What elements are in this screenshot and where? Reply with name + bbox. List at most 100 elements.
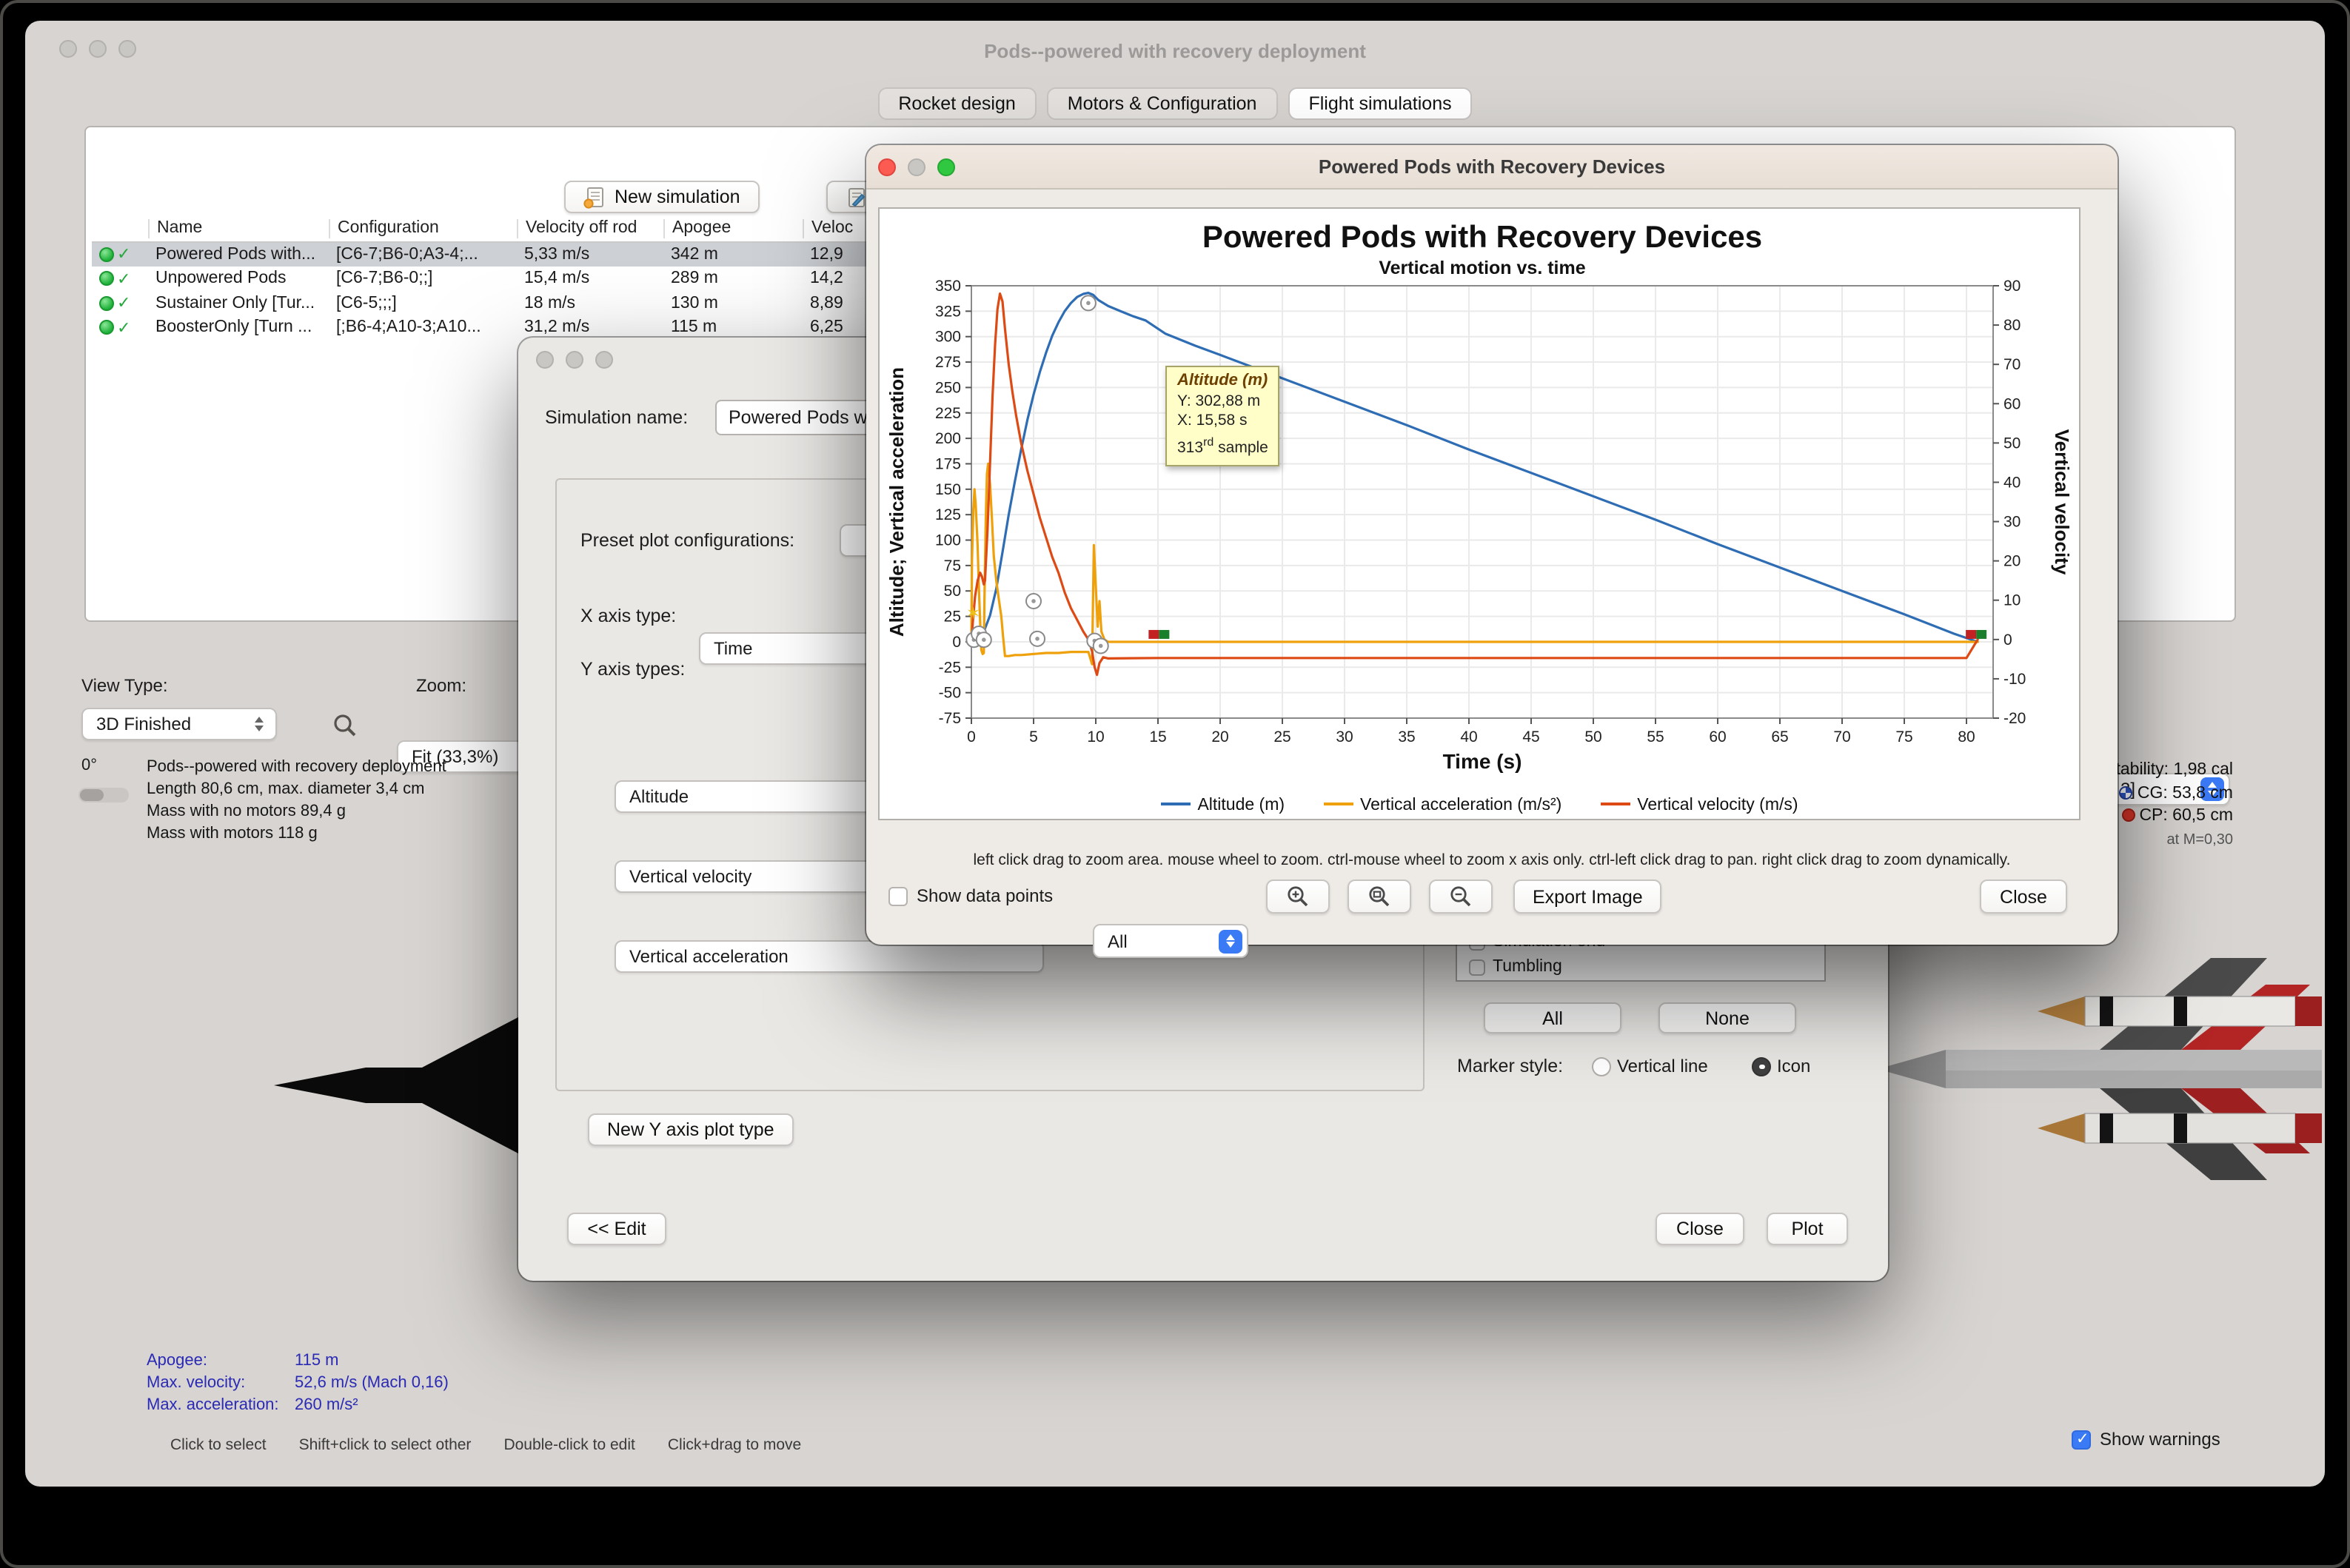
sim-config: [;B6-4;A10-3;A10...: [336, 318, 481, 337]
events-none-button[interactable]: None: [1658, 1002, 1796, 1033]
rotation-slider-handle[interactable]: [80, 789, 104, 801]
svg-text:0: 0: [2003, 631, 2012, 649]
cp-value: CP: 60,5 cm: [2139, 807, 2233, 825]
minimize-window-button[interactable]: [566, 351, 583, 369]
zoom-in-button[interactable]: [1266, 880, 1330, 914]
event-checkbox[interactable]: [1469, 959, 1485, 975]
svg-text:55: 55: [1647, 728, 1664, 746]
tab-motors-configuration[interactable]: Motors & Configuration: [1046, 87, 1278, 120]
rocket-3d-view[interactable]: [274, 1016, 518, 1156]
hint-double-click: Double-click to edit: [503, 1436, 635, 1454]
dialog-close-button[interactable]: Close: [1656, 1213, 1744, 1245]
rocket-info-name: Pods--powered with recovery deployment: [147, 758, 446, 776]
svg-text:65: 65: [1771, 728, 1788, 746]
column-header-configuration[interactable]: Configuration: [329, 218, 517, 238]
tooltip-x-value: X: 15,58 s: [1177, 412, 1248, 429]
column-header-name[interactable]: Name: [148, 218, 329, 238]
tab-rocket-design[interactable]: Rocket design: [877, 87, 1037, 120]
new-y-axis-plot-type-button[interactable]: New Y axis plot type: [588, 1113, 794, 1146]
icon-radio[interactable]: [1752, 1056, 1771, 1076]
new-simulation-button[interactable]: New simulation: [564, 181, 760, 213]
legend-item: Vertical acceleration (m/s²): [1323, 797, 1561, 814]
marker-style-label: Marker style:: [1457, 1056, 1564, 1076]
sim-check-icon: ✓: [117, 270, 131, 289]
svg-text:25: 25: [944, 609, 961, 626]
cp-icon: [2121, 808, 2135, 822]
zoom-out-icon: [1450, 886, 1471, 907]
svg-text:Altitude; Vertical acceleratio: Altitude; Vertical acceleration: [886, 367, 908, 637]
svg-text:35: 35: [1398, 728, 1415, 746]
show-warnings-checkbox[interactable]: [2072, 1430, 2091, 1449]
apogee-value: 115 m: [295, 1352, 339, 1370]
svg-text:50: 50: [944, 583, 961, 600]
dialog-plot-button[interactable]: Plot: [1767, 1213, 1848, 1245]
rotation-slider[interactable]: [78, 788, 129, 803]
show-data-points-control[interactable]: Show data points: [888, 885, 1053, 906]
cg-icon: [2119, 785, 2133, 799]
plot-window-titlebar[interactable]: Powered Pods with Recovery Devices: [866, 145, 2118, 190]
main-window-titlebar[interactable]: Pods--powered with recovery deployment: [25, 21, 2325, 80]
sim-apogee: 289 m: [671, 269, 718, 288]
svg-text:10: 10: [1087, 728, 1104, 746]
vertical-line-label: Vertical line: [1617, 1056, 1708, 1076]
svg-text:-10: -10: [2003, 671, 2026, 688]
vertical-line-radio[interactable]: [1592, 1056, 1611, 1076]
svg-text:50: 50: [1584, 728, 1601, 746]
view-type-dropdown[interactable]: 3D Finished: [81, 708, 277, 740]
events-filter-dropdown[interactable]: All: [1093, 924, 1248, 958]
main-tabs: Rocket design Motors & Configuration Fli…: [25, 87, 2325, 120]
zoom-tool-button[interactable]: [326, 711, 364, 740]
rotation-value: 0°: [81, 757, 98, 774]
sim-vel-off-rod: 5,33 m/s: [524, 245, 590, 264]
svg-text:15: 15: [1149, 728, 1166, 746]
flight-plot-chart[interactable]: 0 5 10 15 20 25 30 35 40 45 50 55 60 65 70 75 80 350 325 30…: [880, 209, 2079, 786]
close-window-button[interactable]: [536, 351, 554, 369]
plot-usage-hint: left click drag to zoom area. mouse whee…: [973, 851, 2011, 869]
new-simulation-icon: [583, 187, 603, 208]
svg-text:50: 50: [2003, 435, 2021, 452]
show-data-points-label: Show data points: [917, 885, 1054, 906]
event-list-item[interactable]: Tumbling: [1463, 955, 1824, 979]
zoom-out-button[interactable]: [1429, 880, 1493, 914]
svg-text:20: 20: [2003, 553, 2021, 570]
plot-close-button[interactable]: Close: [1980, 880, 2067, 914]
legend-swatch: [1323, 802, 1353, 805]
svg-text:25: 25: [1273, 728, 1291, 746]
hint-click-select: Click to select: [170, 1436, 267, 1454]
sim-vel-off-rod: 15,4 m/s: [524, 269, 590, 288]
svg-text:0: 0: [952, 634, 961, 651]
marker-vertical-line-option[interactable]: Vertical line: [1592, 1056, 1708, 1076]
svg-text:80: 80: [1958, 728, 1975, 746]
maximize-window-button[interactable]: [595, 351, 613, 369]
svg-text:275: 275: [935, 354, 961, 371]
svg-text:325: 325: [935, 303, 961, 320]
plot-window: Powered Pods with Recovery Devices 0 5 10 1…: [866, 145, 2118, 958]
export-image-button[interactable]: Export Image: [1513, 880, 1662, 914]
tab-flight-simulations[interactable]: Flight simulations: [1288, 87, 1473, 120]
svg-text:75: 75: [1895, 728, 1912, 746]
y-axis-type-dropdown[interactable]: Vertical acceleration: [615, 940, 1044, 973]
zoom-reset-button[interactable]: [1348, 880, 1411, 914]
sim-config: [C6-7;B6-0;;]: [336, 269, 433, 288]
window-controls: [536, 351, 613, 369]
burst-marker-icon: ✶: [965, 603, 980, 623]
events-all-button[interactable]: All: [1484, 1002, 1621, 1033]
tooltip-series-name: Altitude (m): [1177, 372, 1268, 389]
show-warnings-control[interactable]: Show warnings: [2072, 1429, 2220, 1450]
new-simulation-label: New simulation: [615, 187, 740, 207]
tooltip-sample: 313rd sample: [1177, 435, 1268, 456]
series-line: [970, 292, 1979, 677]
marker-icon-option[interactable]: Icon: [1752, 1056, 1810, 1076]
svg-text:150: 150: [935, 481, 961, 498]
svg-text:80: 80: [2003, 317, 2021, 334]
show-data-points-checkbox[interactable]: [888, 886, 908, 905]
svg-text:60: 60: [1709, 728, 1726, 746]
sim-apogee: 342 m: [671, 245, 718, 264]
edit-button[interactable]: << Edit: [567, 1213, 666, 1245]
column-header-velocity-off-rod[interactable]: Velocity off rod: [517, 218, 663, 238]
column-header-apogee[interactable]: Apogee: [663, 218, 803, 238]
svg-text:30: 30: [1336, 728, 1353, 746]
chevron-up-down-icon: [1219, 929, 1242, 953]
legend-item: Vertical velocity (m/s): [1600, 797, 1798, 814]
max-velocity-label: Max. velocity:: [147, 1374, 246, 1392]
